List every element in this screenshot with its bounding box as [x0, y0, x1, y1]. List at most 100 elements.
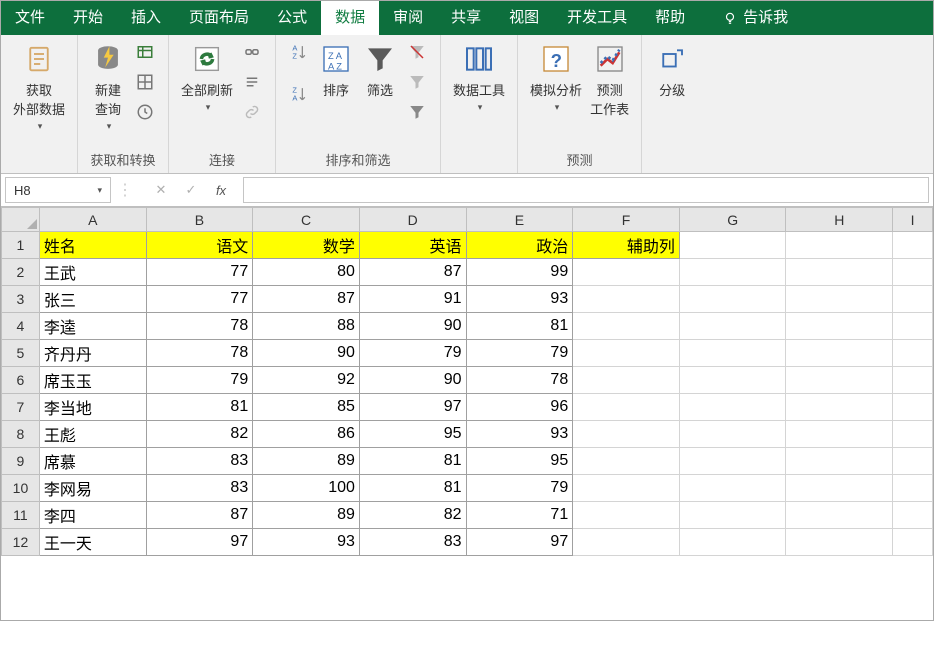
- btn-from-table[interactable]: [134, 71, 156, 93]
- row-header[interactable]: 3: [2, 286, 40, 313]
- cell[interactable]: 95: [466, 448, 573, 475]
- cell[interactable]: 齐丹丹: [39, 340, 146, 367]
- cell[interactable]: 87: [359, 259, 466, 286]
- cell[interactable]: [786, 529, 893, 556]
- btn-sort-desc[interactable]: ZA: [288, 83, 310, 105]
- btn-new-query[interactable]: 新建 查询 ▾: [90, 41, 126, 132]
- row-header[interactable]: 1: [2, 232, 40, 259]
- cell[interactable]: 88: [253, 313, 360, 340]
- btn-refresh-all[interactable]: 全部刷新 ▾: [181, 41, 233, 113]
- cell[interactable]: [573, 529, 680, 556]
- btn-connections[interactable]: [241, 41, 263, 63]
- cell[interactable]: 79: [466, 475, 573, 502]
- select-all[interactable]: [2, 208, 40, 232]
- cell[interactable]: 77: [146, 259, 253, 286]
- btn-recent-sources[interactable]: [134, 101, 156, 123]
- name-box[interactable]: H8 ▾: [5, 177, 111, 203]
- tab-file[interactable]: 文件: [1, 1, 59, 35]
- tab-dev[interactable]: 开发工具: [553, 1, 641, 35]
- cell[interactable]: 政治: [466, 232, 573, 259]
- cell[interactable]: 语文: [146, 232, 253, 259]
- col-header[interactable]: F: [573, 208, 680, 232]
- cell[interactable]: 86: [253, 421, 360, 448]
- cell[interactable]: 79: [146, 367, 253, 394]
- col-header[interactable]: A: [39, 208, 146, 232]
- btn-sort[interactable]: Z AA Z 排序: [318, 41, 354, 99]
- cell[interactable]: 81: [466, 313, 573, 340]
- cell[interactable]: [893, 259, 933, 286]
- row-header[interactable]: 2: [2, 259, 40, 286]
- cell[interactable]: 83: [359, 529, 466, 556]
- cell[interactable]: [786, 286, 893, 313]
- cell[interactable]: 95: [359, 421, 466, 448]
- cell[interactable]: 83: [146, 475, 253, 502]
- cell[interactable]: [893, 421, 933, 448]
- cell[interactable]: [573, 394, 680, 421]
- cell[interactable]: [679, 367, 786, 394]
- btn-advanced[interactable]: [406, 101, 428, 123]
- cell[interactable]: 92: [253, 367, 360, 394]
- cell[interactable]: 85: [253, 394, 360, 421]
- cell[interactable]: [786, 313, 893, 340]
- cell[interactable]: [679, 529, 786, 556]
- col-header[interactable]: C: [253, 208, 360, 232]
- row-header[interactable]: 6: [2, 367, 40, 394]
- row-header[interactable]: 7: [2, 394, 40, 421]
- cell[interactable]: 96: [466, 394, 573, 421]
- cell[interactable]: [573, 475, 680, 502]
- cell[interactable]: 93: [466, 286, 573, 313]
- cell[interactable]: 78: [146, 340, 253, 367]
- cell[interactable]: 82: [359, 502, 466, 529]
- cell[interactable]: 97: [146, 529, 253, 556]
- btn-forecast-sheet[interactable]: 预测 工作表: [590, 41, 629, 118]
- tab-home[interactable]: 开始: [59, 1, 117, 35]
- cell[interactable]: 李四: [39, 502, 146, 529]
- btn-edit-links[interactable]: [241, 101, 263, 123]
- cell[interactable]: [786, 448, 893, 475]
- btn-whatif[interactable]: ? 模拟分析 ▾: [530, 41, 582, 113]
- cell[interactable]: [573, 502, 680, 529]
- cell[interactable]: 82: [146, 421, 253, 448]
- cell[interactable]: 89: [253, 448, 360, 475]
- btn-reapply[interactable]: [406, 71, 428, 93]
- cell[interactable]: [786, 502, 893, 529]
- cell[interactable]: [573, 340, 680, 367]
- cell[interactable]: [679, 286, 786, 313]
- cell[interactable]: 83: [146, 448, 253, 475]
- col-header[interactable]: H: [786, 208, 893, 232]
- cell[interactable]: 89: [253, 502, 360, 529]
- cell[interactable]: [893, 475, 933, 502]
- cell[interactable]: [573, 421, 680, 448]
- cell[interactable]: [893, 529, 933, 556]
- cell[interactable]: 王武: [39, 259, 146, 286]
- col-header[interactable]: B: [146, 208, 253, 232]
- cell[interactable]: [573, 259, 680, 286]
- cell[interactable]: [679, 475, 786, 502]
- cell[interactable]: [679, 448, 786, 475]
- cell[interactable]: [679, 259, 786, 286]
- cell[interactable]: 90: [359, 367, 466, 394]
- cell[interactable]: 100: [253, 475, 360, 502]
- cell[interactable]: 97: [466, 529, 573, 556]
- cell[interactable]: [573, 448, 680, 475]
- btn-show-queries[interactable]: [134, 41, 156, 63]
- cell[interactable]: [893, 448, 933, 475]
- cell[interactable]: 李逵: [39, 313, 146, 340]
- col-header[interactable]: G: [679, 208, 786, 232]
- cell[interactable]: 87: [253, 286, 360, 313]
- cell[interactable]: [679, 394, 786, 421]
- col-header[interactable]: E: [466, 208, 573, 232]
- cancel-button[interactable]: ✕: [153, 182, 169, 198]
- btn-filter[interactable]: 筛选: [362, 41, 398, 99]
- row-header[interactable]: 4: [2, 313, 40, 340]
- cell[interactable]: 93: [253, 529, 360, 556]
- cell[interactable]: 辅助列: [573, 232, 680, 259]
- cell[interactable]: 81: [146, 394, 253, 421]
- cell[interactable]: [786, 421, 893, 448]
- cell[interactable]: [679, 340, 786, 367]
- grid[interactable]: ABCDEFGHI 1姓名语文数学英语政治辅助列2王武778087993张三77…: [1, 207, 933, 556]
- cell[interactable]: 张三: [39, 286, 146, 313]
- tab-share[interactable]: 共享: [437, 1, 495, 35]
- cell[interactable]: 姓名: [39, 232, 146, 259]
- col-header[interactable]: I: [893, 208, 933, 232]
